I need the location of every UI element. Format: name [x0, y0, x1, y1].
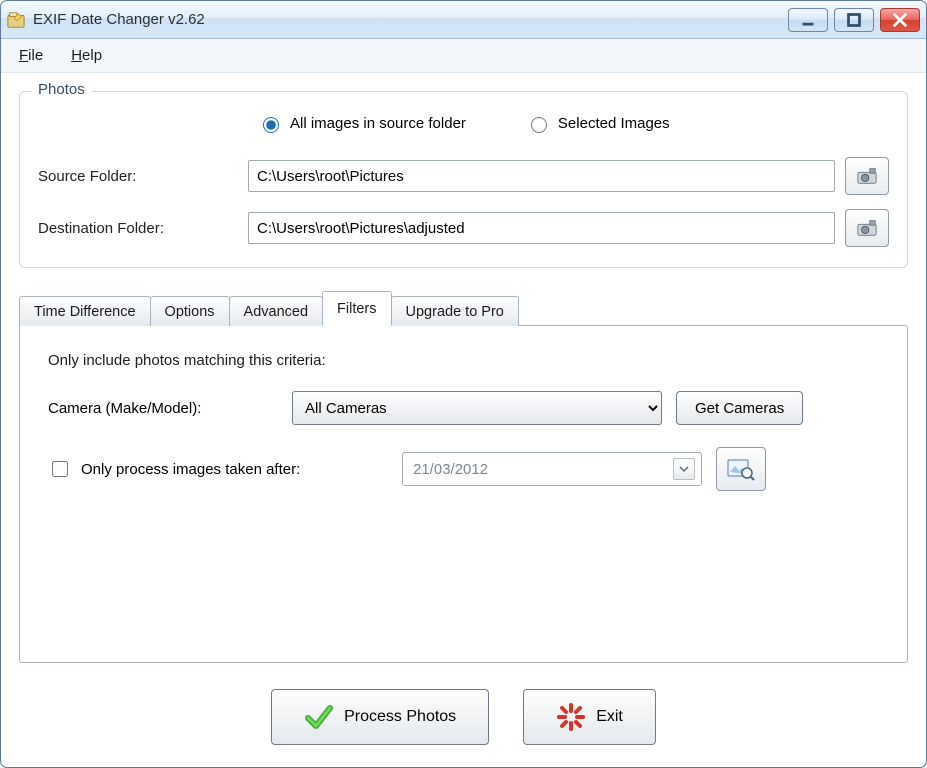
maximize-icon [843, 9, 865, 31]
magnifier-photo-icon [727, 457, 755, 481]
check-icon [304, 702, 334, 732]
date-picker[interactable]: 21/03/2012 [402, 452, 702, 486]
radio-all-images-input[interactable] [263, 117, 279, 133]
menubar: File Help [1, 39, 926, 73]
date-preview-button[interactable] [716, 447, 766, 491]
app-window: EXIF Date Changer v2.62 File Help Photos [0, 0, 927, 768]
tab-options[interactable]: Options [150, 296, 230, 326]
dest-folder-label: Destination Folder: [38, 220, 238, 237]
window-title: EXIF Date Changer v2.62 [33, 11, 788, 28]
photos-legend: Photos [32, 81, 91, 98]
exit-label: Exit [596, 708, 623, 726]
menu-file[interactable]: File [19, 47, 43, 64]
camera-folder-icon [856, 165, 878, 187]
get-cameras-button[interactable]: Get Cameras [676, 391, 803, 425]
radio-selected-images-label: Selected Images [558, 115, 670, 132]
browse-dest-button[interactable] [845, 209, 889, 247]
exit-button[interactable]: Exit [523, 689, 656, 745]
radio-all-images-label: All images in source folder [290, 115, 466, 132]
footer: Process Photos Exit [19, 663, 908, 751]
tab-time-difference[interactable]: Time Difference [19, 296, 151, 326]
date-value: 21/03/2012 [413, 461, 488, 478]
camera-select[interactable]: All Cameras [292, 391, 662, 425]
radio-selected-images-input[interactable] [531, 117, 547, 133]
maximize-button[interactable] [834, 8, 874, 32]
process-photos-label: Process Photos [344, 708, 456, 726]
tab-filters[interactable]: Filters [322, 291, 391, 326]
menu-help[interactable]: Help [71, 47, 102, 64]
photos-group: Photos All images in source folder Selec… [19, 91, 908, 268]
browse-source-button[interactable] [845, 157, 889, 195]
tab-panel-filters: Only include photos matching this criter… [19, 325, 908, 663]
only-after-label: Only process images taken after: [81, 461, 300, 478]
exit-burst-icon [556, 702, 586, 732]
app-icon [7, 11, 25, 29]
dest-folder-input[interactable] [248, 212, 835, 244]
calendar-dropdown-icon[interactable] [673, 458, 695, 480]
minimize-button[interactable] [788, 8, 828, 32]
camera-label: Camera (Make/Model): [48, 400, 278, 417]
minimize-icon [797, 9, 819, 31]
close-icon [889, 9, 911, 31]
only-after-checkbox-input[interactable] [52, 461, 68, 477]
client-area: Photos All images in source folder Selec… [1, 73, 926, 767]
process-photos-button[interactable]: Process Photos [271, 689, 489, 745]
source-folder-input[interactable] [248, 160, 835, 192]
tab-strip: Time Difference Options Advanced Filters… [19, 290, 908, 325]
camera-folder-icon [856, 217, 878, 239]
titlebar[interactable]: EXIF Date Changer v2.62 [1, 1, 926, 39]
tab-advanced[interactable]: Advanced [229, 296, 324, 326]
filters-intro: Only include photos matching this criter… [48, 352, 879, 369]
only-after-checkbox[interactable]: Only process images taken after: [48, 458, 388, 480]
tab-upgrade[interactable]: Upgrade to Pro [391, 296, 519, 326]
close-button[interactable] [880, 8, 920, 32]
radio-all-images[interactable]: All images in source folder [258, 114, 466, 133]
source-folder-label: Source Folder: [38, 168, 238, 185]
chevron-down-icon [678, 463, 690, 475]
radio-selected-images[interactable]: Selected Images [526, 114, 670, 133]
